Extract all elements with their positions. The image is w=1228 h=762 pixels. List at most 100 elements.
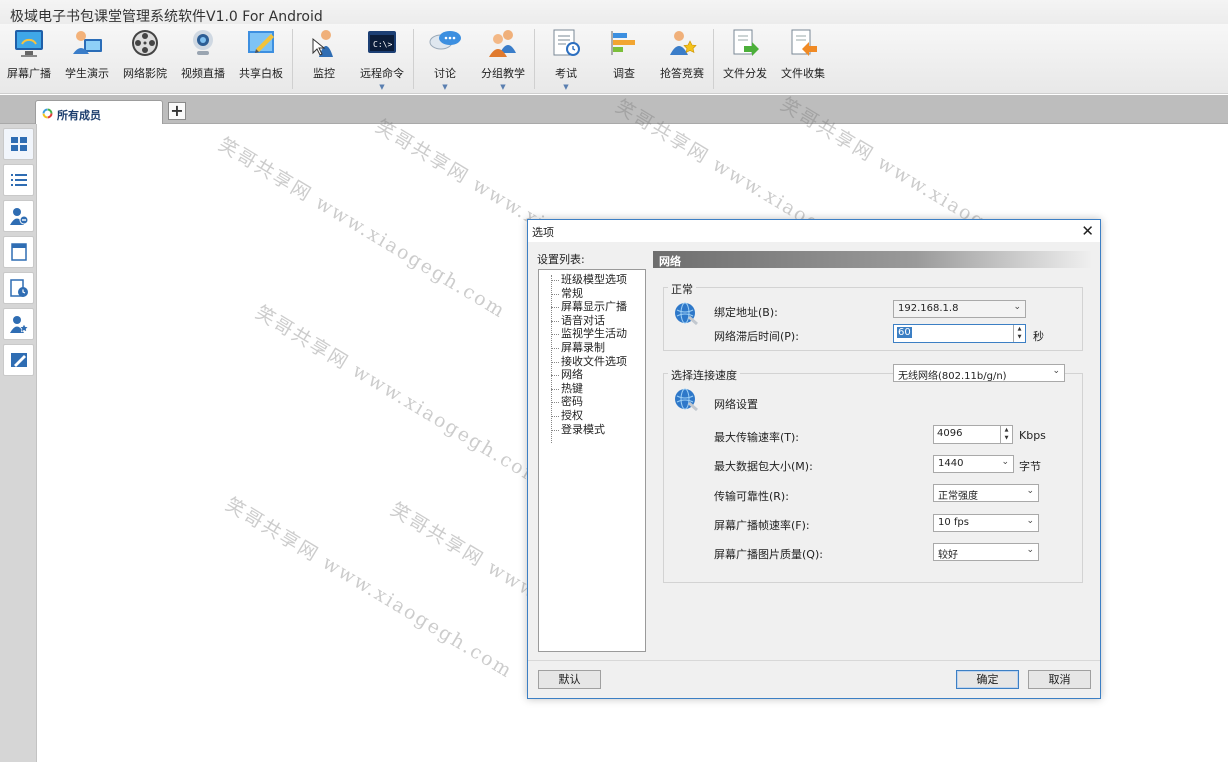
toolbar-label: 远程命令 <box>360 67 404 80</box>
command-prompt-icon: C:\> <box>364 26 400 60</box>
reliability-label: 传输可靠性(R): <box>714 490 789 503</box>
timeout-spinner[interactable]: 60 ▲ ▼ <box>893 324 1026 343</box>
chevron-down-icon: ⌄ <box>1013 302 1021 312</box>
toolbar-button-screen-broadcast[interactable]: 屏幕广播 <box>0 24 58 94</box>
tree-item[interactable]: 密码 <box>539 395 645 409</box>
chevron-down-icon: ⌄ <box>1001 457 1009 467</box>
toolbar-button-file-distribute[interactable]: 文件分发 <box>716 24 774 94</box>
survey-bars-icon <box>606 26 642 60</box>
spin-arrows-icon[interactable]: ▲ ▼ <box>1000 426 1012 443</box>
bind-address-value: 192.168.1.8 <box>898 303 959 314</box>
sidebar-button-document[interactable] <box>3 236 34 268</box>
reliability-value: 正常强度 <box>938 491 978 502</box>
dropdown-arrow-icon[interactable]: ▼ <box>379 83 384 91</box>
watermark-text: 笑哥共享网 www.xiaogegh.com <box>251 301 547 491</box>
toolbar-button-remote-command[interactable]: C:\> 远程命令 ▼ <box>353 24 411 94</box>
settings-list-label: 设置列表: <box>537 253 585 266</box>
toolbar-separator <box>413 29 414 89</box>
tree-item[interactable]: 班级模型选项 <box>539 273 645 287</box>
max-rate-unit: Kbps <box>1019 429 1046 442</box>
spin-arrows-icon[interactable]: ▲ ▼ <box>1013 325 1025 342</box>
max-packet-select[interactable]: 1440 ⌄ <box>933 455 1014 473</box>
tree-item[interactable]: 接收文件选项 <box>539 355 645 369</box>
tree-item[interactable]: 屏幕显示广播 <box>539 300 645 314</box>
max-rate-spinner[interactable]: 4096 ▲ ▼ <box>933 425 1013 444</box>
dropdown-arrow-icon[interactable]: ▼ <box>442 83 447 91</box>
sidebar-button-pen-board[interactable] <box>3 344 34 376</box>
quiz-star-icon <box>664 26 700 60</box>
toolbar-button-exam[interactable]: 考试 ▼ <box>537 24 595 94</box>
dropdown-arrow-icon[interactable]: ▼ <box>500 83 505 91</box>
dialog-footer-divider <box>528 660 1100 661</box>
fps-select[interactable]: 10 fps ⌄ <box>933 514 1039 532</box>
network-settings-label: 网络设置 <box>714 398 758 411</box>
timeout-label: 网络滞后时间(P): <box>714 330 799 343</box>
view-sidebar <box>0 124 37 762</box>
options-dialog: 选项 ✕ 设置列表: 班级模型选项 常规 屏幕显示广播 语音对话 监视学生活动 … <box>527 219 1101 699</box>
toolbar-button-student-demo[interactable]: 学生演示 <box>58 24 116 94</box>
tree-item[interactable]: 常规 <box>539 287 645 301</box>
sidebar-button-grid-view[interactable] <box>3 128 34 160</box>
screen-broadcast-icon <box>11 26 47 60</box>
toolbar-button-discussion[interactable]: 讨论 ▼ <box>416 24 474 94</box>
group-users-icon <box>485 26 521 60</box>
chevron-down-icon: ⌄ <box>1026 545 1034 555</box>
max-rate-label: 最大传输速率(T): <box>714 431 800 444</box>
pen-board-icon <box>10 353 27 367</box>
grid-view-icon <box>10 137 27 151</box>
tab-label: 所有成员 <box>57 108 101 122</box>
connection-speed-select[interactable]: 无线网络(802.11b/g/n) ⌄ <box>893 364 1065 382</box>
toolbar-button-shared-whiteboard[interactable]: 共享白板 <box>232 24 290 94</box>
close-icon[interactable]: ✕ <box>1081 222 1094 240</box>
toolbar-label: 抢答竞赛 <box>660 67 704 80</box>
reliability-select[interactable]: 正常强度 ⌄ <box>933 484 1039 502</box>
add-tab-button[interactable]: + <box>168 102 186 120</box>
network-globe-icon <box>675 388 698 412</box>
tree-item[interactable]: 登录模式 <box>539 423 645 437</box>
toolbar-button-network-cinema[interactable]: 网络影院 <box>116 24 174 94</box>
file-send-icon <box>727 26 763 60</box>
chat-bubbles-icon <box>427 26 463 60</box>
sidebar-button-user-star[interactable] <box>3 308 34 340</box>
toolbar-label: 文件收集 <box>781 67 825 80</box>
watermark-text: 笑哥共享网 www.xiaogegh.com <box>214 133 510 323</box>
student-demo-icon <box>69 26 105 60</box>
tree-item[interactable]: 屏幕录制 <box>539 341 645 355</box>
toolbar-label: 共享白板 <box>239 67 283 80</box>
tree-item[interactable]: 语音对话 <box>539 314 645 328</box>
ok-button[interactable]: 确定 <box>956 670 1019 689</box>
default-button[interactable]: 默认 <box>538 670 601 689</box>
fps-label: 屏幕广播帧速率(F): <box>714 519 810 532</box>
exam-clock-icon <box>548 26 584 60</box>
toolbar-separator <box>534 29 535 89</box>
toolbar-label: 文件分发 <box>723 67 767 80</box>
tree-item[interactable]: 授权 <box>539 409 645 423</box>
toolbar-button-group-teaching[interactable]: 分组教学 ▼ <box>474 24 532 94</box>
bind-address-select[interactable]: 192.168.1.8 ⌄ <box>893 300 1026 318</box>
tree-item[interactable]: 监视学生活动 <box>539 327 645 341</box>
film-reel-icon <box>127 26 163 60</box>
toolbar-label: 屏幕广播 <box>7 67 51 80</box>
chevron-down-icon: ⌄ <box>1052 366 1060 376</box>
toolbar-button-survey[interactable]: 调查 <box>595 24 653 94</box>
toolbar-button-monitor[interactable]: 监控 <box>295 24 353 94</box>
quality-select[interactable]: 较好 ⌄ <box>933 543 1039 561</box>
toolbar-label: 学生演示 <box>65 67 109 80</box>
main-toolbar: 屏幕广播 学生演示 网络影院 视频直播 共享白板 监控 C:\> 远程命令 ▼ … <box>0 24 1228 94</box>
toolbar-button-quiz-race[interactable]: 抢答竞赛 <box>653 24 711 94</box>
sidebar-button-user-remove[interactable] <box>3 200 34 232</box>
toolbar-button-video-live[interactable]: 视频直播 <box>174 24 232 94</box>
toolbar-label: 讨论 <box>434 67 456 80</box>
section-header: 网络 <box>653 251 1091 268</box>
tree-item[interactable]: 热键 <box>539 382 645 396</box>
cancel-button[interactable]: 取消 <box>1028 670 1091 689</box>
toolbar-separator <box>292 29 293 89</box>
tree-item-network[interactable]: 网络 <box>539 368 645 382</box>
toolbar-button-file-collect[interactable]: 文件收集 <box>774 24 832 94</box>
tab-all-members[interactable]: 所有成员 <box>35 100 163 124</box>
sidebar-button-list-view[interactable] <box>3 164 34 196</box>
dropdown-arrow-icon[interactable]: ▼ <box>563 83 568 91</box>
toolbar-label: 分组教学 <box>481 67 525 80</box>
clock-document-icon <box>9 279 28 297</box>
sidebar-button-clock-document[interactable] <box>3 272 34 304</box>
